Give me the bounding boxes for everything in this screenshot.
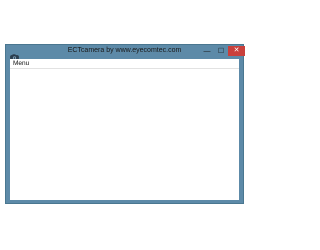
close-button[interactable]: ✕ [228, 46, 245, 56]
minimize-button[interactable]: — [200, 46, 214, 57]
title-bar[interactable]: ECTcamera by www.eyecomtec.com — ☐ ✕ [6, 45, 245, 61]
maximize-button[interactable]: ☐ [214, 46, 228, 57]
app-window: ECTcamera by www.eyecomtec.com — ☐ ✕ Men… [5, 44, 245, 204]
client-area [10, 69, 239, 200]
menu-bar: Menu [10, 59, 239, 69]
menu-item-menu[interactable]: Menu [13, 59, 29, 68]
